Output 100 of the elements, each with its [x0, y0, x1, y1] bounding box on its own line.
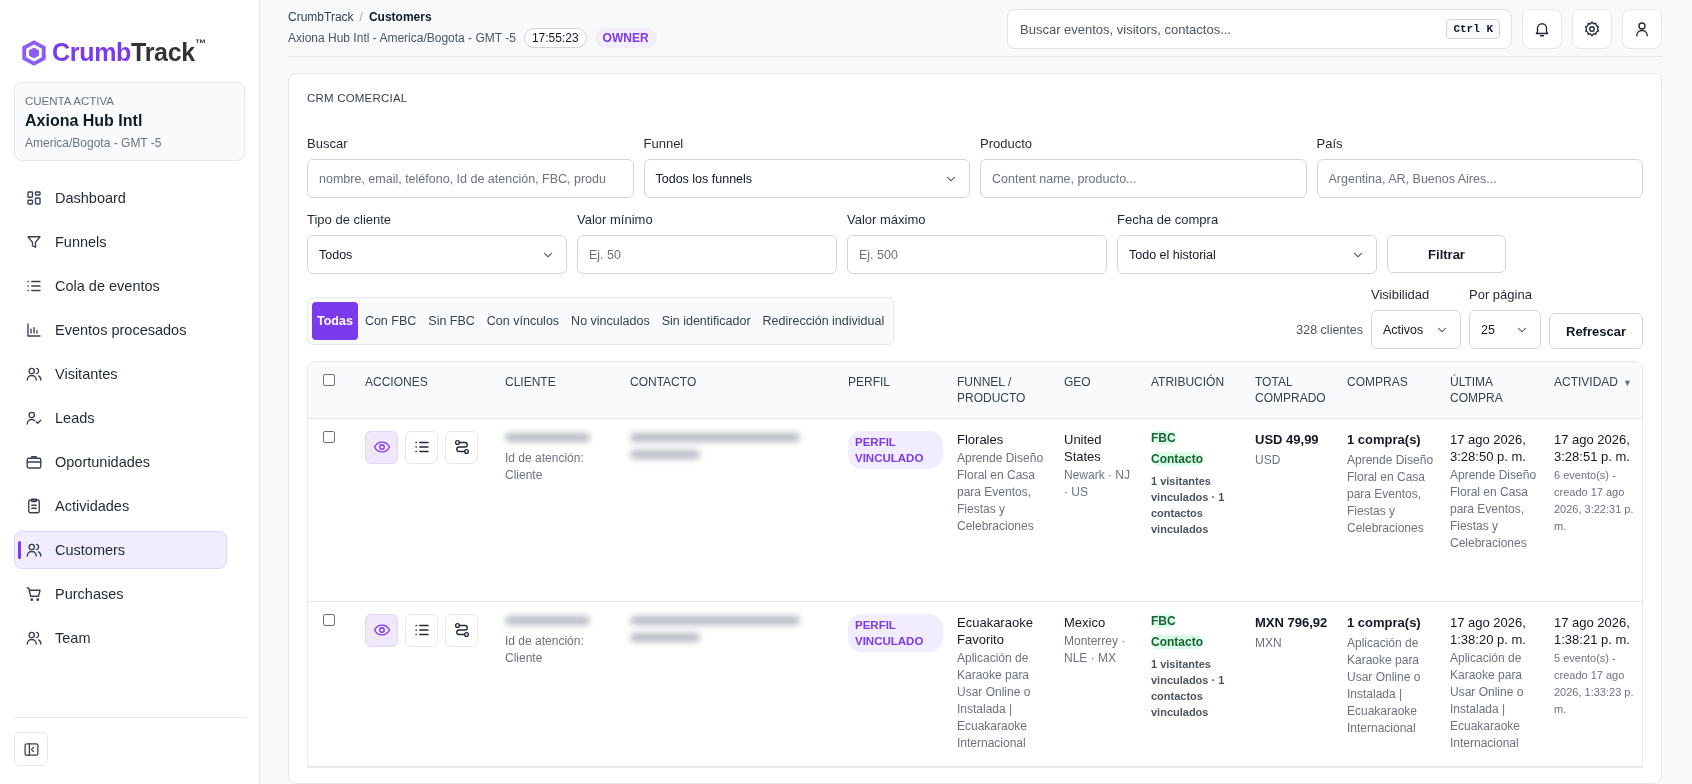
- activity-detail: 5 evento(s) - creado 17 ago 2026, 1:33:23 p. m.: [1554, 650, 1635, 717]
- column-header[interactable]: ACTIVIDAD: [1554, 375, 1618, 389]
- attribution-tag: Contacto: [1151, 451, 1203, 466]
- linked-summary: 1 visitantes vinculados · 1 contactos vinculados: [1151, 656, 1226, 720]
- field-label: Valor mínimo: [577, 212, 654, 228]
- filter-tab[interactable]: Redirección individual: [757, 302, 890, 340]
- funnel-name: Florales: [957, 430, 1005, 448]
- attribution-tag: Contacto: [1151, 634, 1203, 649]
- currency: USD: [1255, 451, 1282, 469]
- view-button[interactable]: [365, 613, 398, 647]
- nav-item[interactable]: Dashboard: [14, 179, 227, 217]
- user-icon: [1633, 20, 1651, 38]
- dropdown[interactable]: Todos los funnels: [643, 159, 970, 198]
- list-button[interactable]: [405, 430, 438, 464]
- dropdown[interactable]: 25: [1469, 310, 1541, 349]
- route-icon: [452, 438, 471, 456]
- nav-item[interactable]: Cola de eventos: [14, 267, 227, 305]
- nav-item[interactable]: Visitantes: [14, 355, 227, 393]
- users-icon: [25, 365, 43, 383]
- clock-badge: 17:55:23: [523, 28, 587, 48]
- filter-tab[interactable]: No vinculados: [566, 302, 655, 340]
- cart-icon: [25, 585, 43, 603]
- client-type: Cliente: [505, 466, 544, 484]
- field-label: Valor máximo: [847, 212, 927, 228]
- filter-tab[interactable]: Sin identificador: [656, 302, 756, 340]
- notification-icon: [1533, 20, 1551, 38]
- account-label: CUENTA ACTIVA: [25, 95, 116, 107]
- breadcrumb-item: Customers: [368, 10, 432, 24]
- product-name: Aplicación de Karaoke para Usar Online o Instalada | Ecuakaraoke Internacional: [1450, 649, 1525, 752]
- column-header: GEO: [1064, 375, 1091, 389]
- role-badge: OWNER: [594, 28, 657, 48]
- nav-item[interactable]: Customers: [14, 531, 227, 569]
- breadcrumb-separator: /: [359, 10, 363, 24]
- field-label: País: [1316, 136, 1344, 152]
- attribution-tag: FBC: [1151, 613, 1176, 628]
- breadcrumb-item[interactable]: CrumbTrack: [288, 10, 354, 24]
- nav-item[interactable]: Team: [14, 619, 227, 657]
- input-field[interactable]: Content name, producto...: [980, 159, 1307, 198]
- filter-tab[interactable]: Todas: [312, 302, 358, 340]
- activity-date: 17 ago 2026, 1:38:21 p. m.: [1554, 613, 1631, 648]
- column-header: ATRIBUCIÓN: [1151, 375, 1225, 389]
- settings-button[interactable]: [1572, 9, 1612, 49]
- field-label: Buscar: [307, 136, 349, 152]
- client-type: Cliente: [505, 649, 544, 667]
- users-icon: [25, 629, 43, 647]
- notification-button[interactable]: [1522, 9, 1562, 49]
- checkbox[interactable]: [323, 374, 335, 386]
- nav-item[interactable]: Leads: [14, 399, 227, 437]
- nav-item[interactable]: Oportunidades: [14, 443, 227, 481]
- purchase-count: 1 compra(s): [1347, 430, 1422, 448]
- field-label: Funnel: [643, 136, 685, 152]
- nav-item[interactable]: Purchases: [14, 575, 227, 613]
- product-name: Aprende Diseño Floral en Casa para Eventos, Fiestas y Celebraciones: [1450, 466, 1538, 552]
- checkbox[interactable]: [323, 430, 335, 443]
- route-button[interactable]: [445, 430, 478, 464]
- column-header: ACCIONES: [365, 375, 428, 389]
- country: Mexico: [1064, 613, 1107, 631]
- logo-icon: [20, 37, 48, 68]
- nav-item[interactable]: Funnels: [14, 223, 227, 261]
- input-field[interactable]: nombre, email, teléfono, Id de atención, FBC, produ: [307, 159, 634, 198]
- dropdown[interactable]: Todo el historial: [1117, 235, 1377, 274]
- filter-tab[interactable]: Con FBC: [359, 302, 422, 340]
- bar-chart-icon: [25, 321, 43, 339]
- list-button[interactable]: [405, 613, 438, 647]
- purchase-date: 17 ago 2026, 1:38:20 p. m.: [1450, 613, 1527, 648]
- column-header: PERFIL: [848, 375, 890, 389]
- view-button[interactable]: [365, 430, 398, 464]
- collapse-button[interactable]: [14, 732, 48, 766]
- nav-item[interactable]: Actividades: [14, 487, 227, 525]
- funnel-name: Ecuakaraoke Favorito: [957, 613, 1034, 648]
- activity-detail: 6 evento(s) - creado 17 ago 2026, 3:22:31 p. m.: [1554, 467, 1635, 534]
- purchase-date: 17 ago 2026, 3:28:50 p. m.: [1450, 430, 1527, 465]
- sort-icon[interactable]: ▼: [1623, 378, 1632, 388]
- total-amount: USD 49,99: [1255, 430, 1320, 448]
- dropdown[interactable]: Todos: [307, 235, 567, 274]
- user-button[interactable]: [1622, 9, 1662, 49]
- filter-tab[interactable]: Con vínculos: [481, 302, 565, 340]
- logo-text: CrumbTrack$^{™}$: [52, 40, 206, 65]
- refresh-button[interactable]: Refrescar: [1549, 313, 1643, 349]
- product-name: Aplicación de Karaoke para Usar Online o Instalada | Ecuakaraoke Internacional: [957, 649, 1032, 752]
- route-icon: [452, 621, 471, 639]
- client-id-label: Id de atención:: [505, 449, 585, 467]
- user-check-icon: [25, 409, 43, 427]
- filter-button[interactable]: Filtrar: [1387, 235, 1506, 273]
- profile-badge: PERFIL VINCULADO: [848, 613, 943, 652]
- country: United States: [1064, 430, 1103, 465]
- account-subtitle: Axiona Hub Intl - America/Bogota - GMT -5: [288, 31, 516, 45]
- input-field[interactable]: Ej. 500: [847, 235, 1107, 274]
- filter-tab[interactable]: Sin FBC: [423, 302, 480, 340]
- input-field[interactable]: Ej. 50: [577, 235, 837, 274]
- clipboard-icon: [25, 497, 43, 515]
- purchase-count: 1 compra(s): [1347, 613, 1422, 631]
- product-name: Aplicación de Karaoke para Usar Online o Instalada | Ecuakaraoke Internacional: [1347, 634, 1422, 737]
- checkbox[interactable]: [323, 613, 335, 626]
- input-field[interactable]: Argentina, AR, Buenos Aires...: [1316, 159, 1643, 198]
- route-button[interactable]: [445, 613, 478, 647]
- dropdown[interactable]: Activos: [1371, 310, 1461, 349]
- nav-item[interactable]: Eventos procesados: [14, 311, 227, 349]
- briefcase-icon: [25, 453, 43, 471]
- account-timezone: America/Bogota - GMT -5: [25, 136, 163, 150]
